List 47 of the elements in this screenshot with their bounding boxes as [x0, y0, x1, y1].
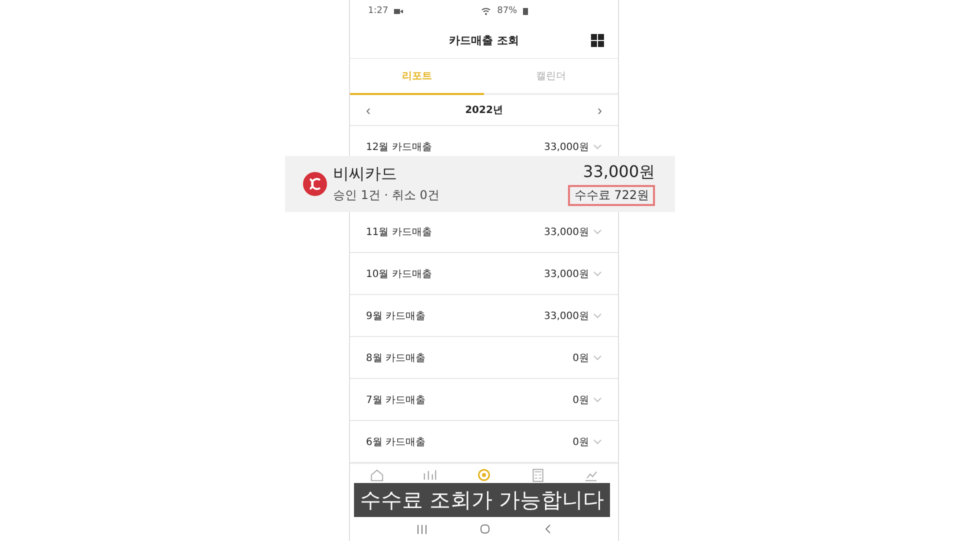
month-row[interactable]: 8월 카드매출 0원 — [350, 337, 618, 379]
chevron-down-icon — [593, 354, 602, 360]
chevron-down-icon — [593, 312, 602, 318]
battery-icon — [523, 7, 528, 15]
approval-count: 승인 1건 · 취소 0건 — [333, 187, 440, 204]
calculator-icon[interactable] — [530, 467, 546, 483]
month-row[interactable]: 6월 카드매출 0원 — [350, 421, 618, 463]
month-amount: 33,000원 — [544, 310, 589, 322]
year-label: 2022년 — [465, 104, 503, 117]
month-label: 10월 카드매출 — [366, 268, 433, 280]
month-label: 6월 카드매출 — [366, 436, 427, 448]
month-label: 7월 카드매출 — [366, 394, 427, 406]
previous-year-button[interactable]: ‹ — [364, 102, 373, 118]
home-icon[interactable] — [368, 467, 385, 483]
month-amount: 33,000원 — [544, 140, 589, 154]
month-amount: 0원 — [572, 394, 589, 406]
screen-title: 카드매출 조회 — [449, 32, 519, 48]
recent-apps-icon[interactable] — [416, 524, 427, 534]
month-amount: 33,000원 — [544, 268, 589, 280]
month-row[interactable]: 7월 카드매출 0원 — [350, 379, 618, 421]
home-button-icon[interactable] — [480, 524, 490, 534]
chevron-down-icon — [593, 438, 602, 444]
fee-amount: 수수료 722원 — [568, 185, 655, 206]
chevron-down-icon — [593, 144, 602, 150]
month-label: 9월 카드매출 — [366, 310, 427, 322]
chevron-down-icon — [593, 396, 602, 402]
card-logo-icon — [303, 172, 327, 196]
back-icon[interactable] — [544, 524, 552, 534]
video-camera-icon — [394, 8, 404, 14]
next-year-button[interactable]: › — [595, 102, 604, 118]
coin-icon[interactable] — [476, 467, 492, 483]
chevron-down-icon — [593, 228, 602, 234]
month-amount: 0원 — [572, 436, 589, 448]
chart-icon[interactable] — [422, 467, 438, 483]
month-amount: 0원 — [572, 352, 589, 364]
wifi-icon — [481, 7, 492, 15]
month-label: 12월 카드매출 — [366, 140, 433, 154]
battery-percent: 87% — [497, 6, 518, 16]
month-row[interactable]: 9월 카드매출 33,000원 — [350, 295, 618, 337]
month-row[interactable]: 10월 카드매출 33,000원 — [350, 253, 618, 295]
grid-menu-icon[interactable] — [591, 34, 604, 46]
clock-time: 1:27 — [368, 6, 388, 16]
month-amount: 33,000원 — [544, 226, 589, 238]
subtitle-caption: 수수료 조회가 가능합니다 — [354, 483, 610, 517]
chevron-down-icon — [593, 270, 602, 276]
month-label: 8월 카드매출 — [366, 352, 427, 364]
month-label: 11월 카드매출 — [366, 226, 433, 238]
